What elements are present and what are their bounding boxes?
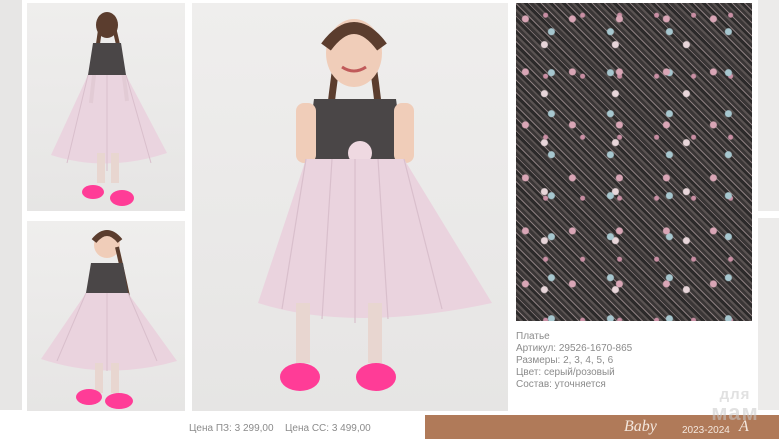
neighbor-page-right <box>758 0 779 410</box>
brand-logo: Baby <box>624 418 657 435</box>
product-name: Платье <box>516 331 550 342</box>
season-label: 2023-2024 <box>682 425 730 436</box>
product-sizes: Размеры: 2, 3, 4, 5, 6 <box>516 355 614 366</box>
fabric-swatch <box>516 3 752 321</box>
product-color: Цвет: серый/розовый <box>516 367 615 378</box>
watermark-line2: мам <box>711 400 759 425</box>
watermark: для мам <box>694 386 776 425</box>
photo-back-view <box>27 3 185 211</box>
product-info: Платье Артикул: 29526-1670-865 Размеры: … <box>516 331 752 391</box>
product-article: Артикул: 29526-1670-865 <box>516 343 633 354</box>
neighbor-page-left <box>0 0 22 410</box>
photo-side-view <box>27 221 185 411</box>
price-cc: Цена СС: 3 499,00 <box>285 423 371 434</box>
price-p3: Цена ПЗ: 3 299,00 <box>189 423 274 434</box>
photo-front-view <box>192 3 508 411</box>
